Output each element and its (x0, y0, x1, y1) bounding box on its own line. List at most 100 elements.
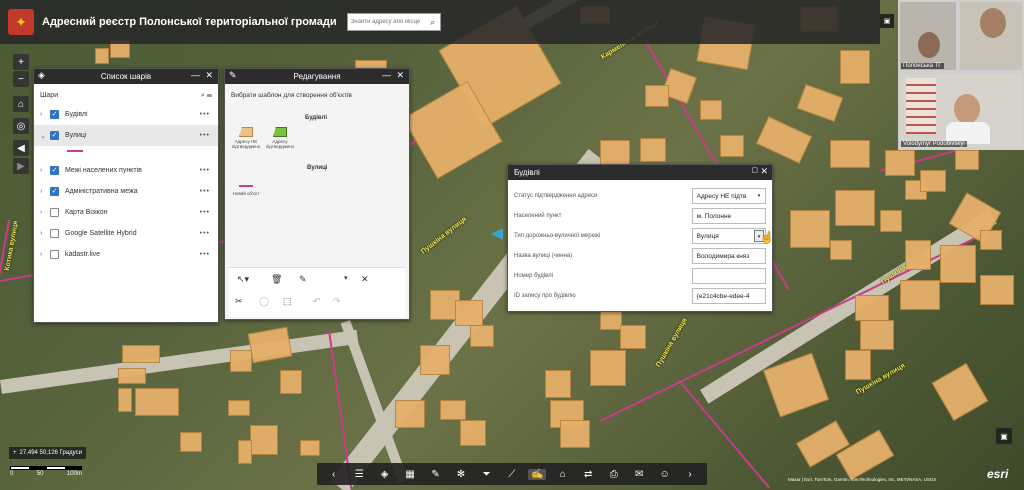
cut-icon[interactable]: ✂ (235, 296, 243, 307)
editor-toolbar: ↖▾ 🗑 ✎ ▾ ✕ ✂ ◯ ⬚ ↶ ↷ (229, 267, 405, 317)
undo-icon[interactable]: ↶ (313, 296, 321, 307)
more-options-icon[interactable]: ••• (200, 167, 210, 174)
editor-hint: Вибрати шаблон для створення об'єктів (231, 92, 352, 99)
layer-checkbox[interactable] (50, 229, 59, 238)
more-options-icon[interactable]: ••• (200, 251, 210, 258)
redo-icon[interactable]: ↷ (333, 296, 341, 307)
home-icon[interactable]: ⌂ (554, 469, 572, 480)
more-options-icon[interactable]: ••• (200, 230, 210, 237)
settlement-field[interactable]: м. Полонне (691, 208, 766, 224)
draw-icon[interactable]: ✎ (427, 469, 445, 480)
app-title: Адресний реєстр Полонської територіально… (42, 16, 337, 28)
info-icon[interactable]: ☺ (656, 469, 674, 480)
esri-logo: esri (987, 467, 1009, 481)
more-options-icon[interactable]: ••• (200, 111, 210, 118)
expand-arrow-icon[interactable]: › (40, 251, 50, 258)
attribute-panel: Будівлі ▢ ✕ Статус підтвердження адреси … (507, 164, 773, 312)
print-icon[interactable]: ⎙ (605, 469, 623, 480)
template-group-title: Будівлі (305, 115, 327, 121)
participant-name: Полонська ТГ (901, 63, 944, 69)
grid-icon[interactable]: ▦ (401, 469, 419, 480)
swipe-icon[interactable]: ⇄ (579, 469, 597, 480)
chevron-left-icon[interactable]: ‹ (325, 469, 343, 480)
expand-arrow-icon[interactable]: › (40, 209, 50, 216)
measure-icon[interactable]: ⟋ (503, 469, 521, 480)
bookmark-icon[interactable]: ✉ (630, 469, 648, 480)
layers-icon[interactable]: ◈ (376, 469, 394, 480)
maximize-button[interactable]: ▢ (751, 166, 758, 174)
layer-item[interactable]: › ✓ Адміністративна межа ••• (34, 181, 218, 202)
template-new-street[interactable]: Новий об'єкт (231, 181, 261, 196)
expand-arrow-icon[interactable]: › (40, 111, 50, 118)
select-tool-icon[interactable]: ↖▾ (237, 274, 249, 285)
minimize-button[interactable]: — (191, 70, 200, 80)
layer-checkbox[interactable]: ✓ (50, 187, 59, 196)
minimize-button[interactable]: — (382, 70, 391, 80)
scale-label: 0 (10, 471, 14, 477)
participant-video: Volodymyr Podobivskyi (900, 74, 1022, 148)
more-options-icon[interactable]: ••• (200, 188, 210, 195)
filter-icon[interactable]: ⏷ (477, 469, 495, 480)
street-name-field[interactable]: Володимира княз (691, 248, 766, 264)
layer-checkbox[interactable]: ✓ (50, 166, 59, 175)
back-arrow-icon[interactable]: ◀ (13, 140, 29, 156)
expand-arrow-icon[interactable]: › (40, 167, 50, 174)
search-icon[interactable]: ⌕ (426, 17, 440, 28)
search-filter-icon[interactable]: ⌕ ☰ (201, 92, 212, 100)
edit-icon[interactable]: ✍ (528, 468, 547, 480)
template-label: Новий об'єкт (232, 191, 260, 196)
list-icon[interactable]: ☰ (350, 469, 368, 480)
layer-checkbox[interactable] (50, 208, 59, 217)
record-id-field[interactable]: {e21c4cbe-edee-4 (691, 288, 766, 304)
layer-item[interactable]: › Карта Візікон ••• (34, 202, 218, 223)
panel-title: Будівлі (514, 168, 540, 177)
cancel-icon[interactable]: ✕ (361, 274, 369, 285)
delete-icon[interactable]: 🗑 (271, 274, 282, 285)
scale-bar: 0 50 100m (10, 466, 82, 482)
zoom-out-button[interactable]: − (13, 71, 29, 87)
attribute-row: Назва вулиці (чинна) Володимира княз (508, 246, 772, 266)
more-options-icon[interactable]: ••• (200, 209, 210, 216)
analysis-icon[interactable]: ✻ (452, 469, 470, 480)
layer-checkbox[interactable]: ✓ (50, 110, 59, 119)
selection-vertex-icon[interactable] (491, 228, 503, 240)
home-icon[interactable]: ⌂ (13, 96, 29, 112)
layer-checkbox[interactable] (50, 250, 59, 259)
close-button[interactable]: ✕ (760, 166, 768, 177)
more-options-icon[interactable]: ••• (200, 132, 210, 139)
status-select[interactable]: Адресу НЕ підтв ▾ (691, 188, 766, 204)
layer-item[interactable]: › ✓ Будівлі ••• (34, 104, 218, 125)
layer-checkbox[interactable]: ✓ (50, 131, 59, 140)
road-type-select[interactable]: Вулиця ▾ (691, 228, 766, 244)
reshape-icon[interactable]: ⬚ (283, 296, 292, 307)
expand-icon[interactable]: + (13, 450, 17, 456)
chevron-down-icon[interactable]: ▾ (754, 190, 764, 202)
chevron-right-icon[interactable]: › (681, 469, 699, 480)
widget-toggle-button[interactable]: ▣ (880, 14, 894, 28)
building-number-field[interactable] (691, 268, 766, 284)
app-logo: ✦ (8, 9, 34, 35)
layer-item[interactable]: › Google Satellite Hybrid ••• (34, 223, 218, 244)
close-button[interactable]: ✕ (205, 70, 213, 81)
template-confirmed[interactable]: Адресу підтверджено (265, 127, 295, 149)
expand-arrow-icon[interactable]: › (40, 188, 50, 195)
forward-arrow-icon[interactable]: ▶ (13, 158, 29, 174)
participant-video (960, 2, 1022, 70)
merge-icon[interactable]: ◯ (259, 296, 269, 307)
layer-item[interactable]: ⌄ ✓ Вулиці ••• (34, 125, 218, 146)
close-button[interactable]: ✕ (396, 70, 404, 81)
search-input[interactable] (347, 19, 426, 25)
search-box[interactable]: ⌕ (346, 13, 441, 31)
template-unconfirmed[interactable]: Адресу НЕ підтверджено (231, 127, 261, 149)
layer-item[interactable]: › ✓ Межі населених пунктів ••• (34, 160, 218, 181)
collapse-arrow-icon[interactable]: ⌄ (40, 132, 50, 140)
layer-item[interactable]: › kadastr.live ••• (34, 244, 218, 265)
basemap-toggle-button[interactable]: ▣ (996, 428, 1012, 444)
dropdown-icon[interactable]: ▾ (344, 274, 348, 282)
expand-arrow-icon[interactable]: › (40, 230, 50, 237)
edit-pencil-icon[interactable]: ✎ (299, 274, 307, 285)
coordinate-readout: + 27,494 50,126 Градуси (9, 447, 86, 459)
locate-icon[interactable]: ◎ (13, 118, 29, 134)
zoom-in-button[interactable]: + (13, 54, 29, 70)
map-attribution: Maxar | Esri, TomTom, Garmin, GeoTechnol… (788, 477, 937, 482)
